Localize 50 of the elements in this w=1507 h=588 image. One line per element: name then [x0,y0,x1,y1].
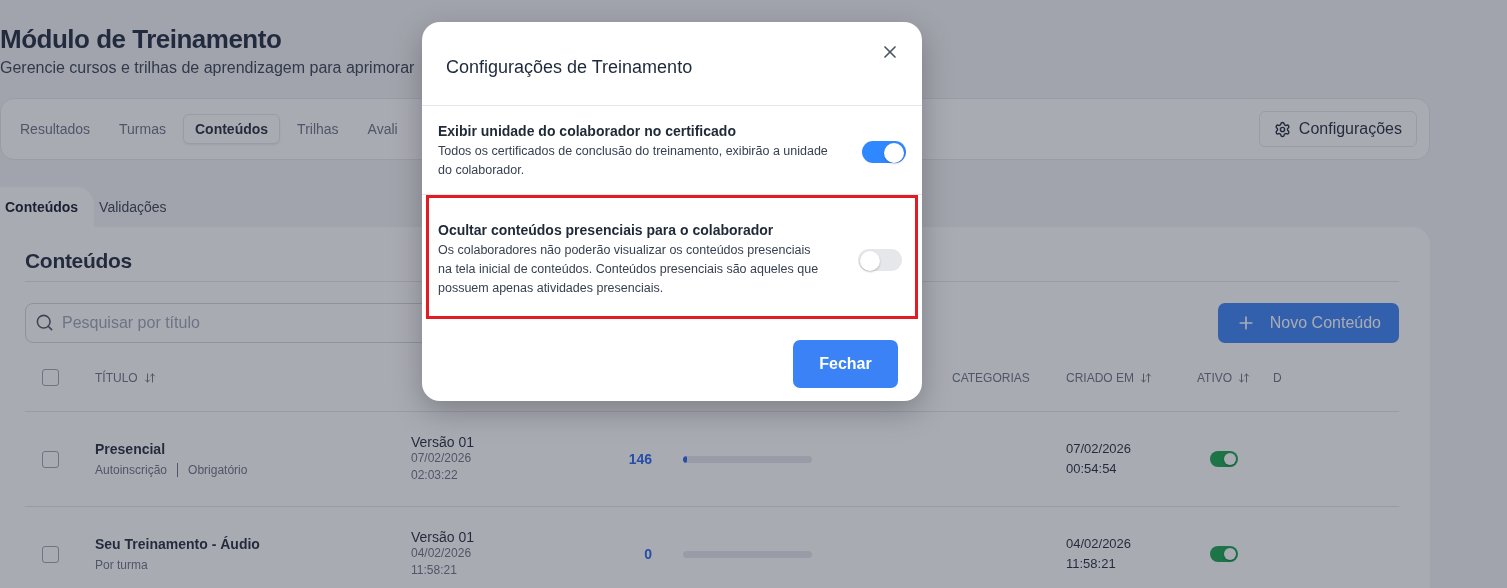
sort-icon[interactable] [1238,371,1251,384]
nav-tab[interactable]: Avali [355,114,410,144]
page-subtitle: Gerencie cursos e trilhas de aprendizagem para aprimorar [0,59,415,77]
column-header: CRIADO EM [1066,370,1197,385]
enrollment-count: 146 [627,451,652,467]
settings-icon [1273,120,1291,138]
sub-tab[interactable]: Validações [94,187,183,227]
column-header: CATEGORIAS [951,370,1031,385]
settings-button[interactable]: Configurações [1258,111,1417,147]
sort-icon[interactable] [1140,371,1152,384]
column-header: D [1273,370,1283,385]
nav-tab[interactable]: Conteúdos [183,114,281,144]
setting-description: Todos os certificados de conclusão do treinamento, exibirão a unidade do colaborador. [438,143,829,179]
row-checkbox[interactable] [42,450,59,468]
content-title: Presencial [95,441,167,457]
active-toggle[interactable] [1210,546,1238,562]
sub-tab[interactable]: Conteúdos [0,187,95,227]
column-header: ATIVO [1197,370,1273,385]
version-date: 07/02/2026 [411,450,473,467]
setting-label: Exibir unidade do colaborador no certificado [438,123,737,139]
created-time: 11:58:21 [1066,555,1117,573]
version-label: Versão 01 [411,434,476,450]
page-title: Módulo de Treinamento [0,24,282,55]
sort-icon[interactable] [143,371,156,384]
active-toggle[interactable] [1210,451,1238,467]
new-content-button[interactable]: Novo Conteúdo [1217,303,1399,343]
select-all-checkbox[interactable] [42,369,59,386]
nav-tab[interactable]: Trilhas [285,114,351,144]
created-date: 04/02/2026 [1066,535,1133,553]
content-tag: Obrigatório [188,463,248,477]
setting-toggle[interactable] [862,140,906,163]
row-checkbox[interactable] [42,545,59,563]
nav-tab[interactable]: Turmas [107,114,178,144]
setting-label: Ocultar conteúdos presenciais para o colaborador [438,222,775,238]
search-icon [35,313,54,332]
content-title: Seu Treinamento - Áudio [95,536,261,552]
content-tag: Autoinscrição [95,463,168,477]
version-time: 02:03:22 [411,467,459,484]
content-tag: Por turma [95,558,148,572]
setting-toggle[interactable] [858,249,902,271]
version-label: Versão 01 [411,529,476,545]
version-time: 11:58:21 [411,562,458,579]
close-dialog-button[interactable]: Fechar [793,340,898,388]
enrollment-count: 0 [643,546,652,562]
created-date: 07/02/2026 [1066,440,1133,458]
created-time: 00:54:54 [1066,460,1118,478]
column-header: TÍTULO [95,370,411,385]
dialog-title: Configurações de Treinamento [446,57,693,79]
version-date: 04/02/2026 [411,545,473,562]
nav-tab[interactable]: Resultados [8,114,103,144]
